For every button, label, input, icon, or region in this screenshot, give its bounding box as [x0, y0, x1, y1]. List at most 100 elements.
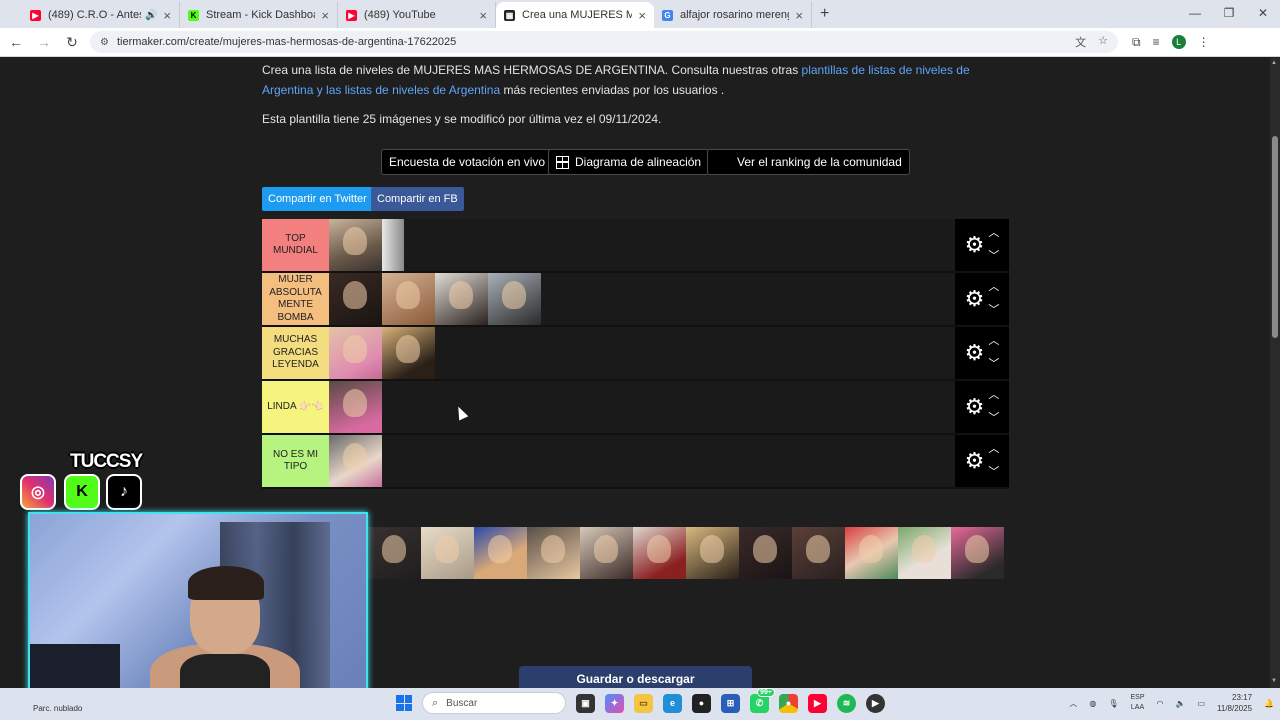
profile-avatar[interactable]: L — [1171, 35, 1186, 49]
copilot-icon[interactable]: ✦ — [605, 693, 624, 713]
pool-image[interactable] — [421, 527, 474, 579]
back-icon[interactable]: ← — [4, 34, 28, 50]
chevron-up-icon[interactable]: ︿ — [988, 444, 999, 455]
chevron-down-icon[interactable]: ﹀ — [988, 305, 999, 316]
tier-image[interactable] — [329, 273, 382, 325]
pool-image[interactable] — [527, 527, 580, 579]
gear-icon[interactable]: ⚙ — [965, 342, 985, 364]
forward-icon[interactable]: → — [32, 34, 56, 50]
chevron-down-icon[interactable]: ﹀ — [988, 251, 999, 262]
chevron-up-icon[interactable]: ︿ — [988, 390, 999, 401]
bookmark-star-icon[interactable]: ☆ — [1098, 34, 1108, 50]
tier-image[interactable] — [329, 327, 382, 379]
pool-image[interactable] — [580, 527, 633, 579]
taskbar-search[interactable]: ⌕ Buscar — [422, 692, 566, 714]
pool-image[interactable] — [951, 527, 1004, 579]
address-bar[interactable]: ⚙ tiermaker.com/create/mujeres-mas-hermo… — [90, 31, 1118, 53]
pool-image[interactable] — [792, 527, 845, 579]
pool-image[interactable] — [898, 527, 951, 579]
gear-icon[interactable]: ⚙ — [965, 288, 985, 310]
translate-icon[interactable]: 文 — [1075, 34, 1086, 50]
notifications-icon[interactable]: 🔔 — [1264, 699, 1274, 708]
weather-widget[interactable]: Parc. nublado — [33, 704, 82, 713]
tier-image[interactable] — [329, 219, 382, 271]
gear-icon[interactable]: ⚙ — [965, 450, 985, 472]
network-icon[interactable]: ◍ — [1089, 699, 1096, 708]
mic-icon[interactable]: 🎙 — [1108, 699, 1118, 708]
tab-youtube[interactable]: ▶ (489) YouTube × — [338, 2, 496, 28]
tier-items[interactable] — [329, 327, 955, 379]
tab-google-search[interactable]: G alfajor rosarino merengo - Busc × — [654, 2, 812, 28]
extensions-icon[interactable]: ⧉ — [1132, 35, 1141, 50]
chevron-up-icon[interactable]: ︿ — [988, 228, 999, 239]
chevron-down-icon[interactable]: ﹀ — [988, 467, 999, 478]
close-icon[interactable]: × — [321, 8, 329, 23]
chevron-up-icon[interactable]: ︿ — [988, 282, 999, 293]
chevron-down-icon[interactable]: ﹀ — [988, 359, 999, 370]
tier-image[interactable] — [382, 273, 435, 325]
scrollbar-thumb[interactable] — [1272, 136, 1278, 338]
scroll-down-icon[interactable]: ▼ — [1271, 678, 1277, 684]
alignment-chart-button[interactable]: Diagrama de alineación — [548, 149, 710, 175]
tier-image[interactable] — [488, 273, 541, 325]
pool-image[interactable] — [739, 527, 792, 579]
reading-list-icon[interactable]: ≡ — [1153, 35, 1160, 49]
tier-image[interactable] — [382, 219, 404, 271]
pool-image[interactable] — [474, 527, 527, 579]
pool-image[interactable] — [633, 527, 686, 579]
clock[interactable]: 23:17 11/8/2025 — [1217, 692, 1252, 714]
close-icon[interactable]: × — [638, 8, 646, 23]
gear-icon[interactable]: ⚙ — [965, 234, 985, 256]
menu-icon[interactable]: ⋮ — [1198, 35, 1210, 49]
restore-icon[interactable]: ❐ — [1212, 0, 1246, 28]
pool-image[interactable] — [686, 527, 739, 579]
media-player-icon[interactable]: ▶ — [866, 693, 885, 713]
youtube-app-icon[interactable]: ▶ — [808, 693, 827, 713]
pool-image[interactable] — [845, 527, 898, 579]
reload-icon[interactable]: ↻ — [60, 34, 84, 51]
close-window-icon[interactable]: ✕ — [1246, 0, 1280, 28]
live-vote-button[interactable]: Encuesta de votación en vivo — [381, 149, 554, 175]
close-icon[interactable]: × — [163, 8, 171, 23]
whatsapp-icon[interactable]: ✆ 99+ — [750, 687, 775, 713]
save-download-button[interactable]: Guardar o descargar — [519, 666, 752, 688]
tier-label[interactable]: MUJER ABSOLUTA MENTE BOMBA — [262, 273, 329, 325]
chevron-up-icon[interactable]: ︿ — [1069, 698, 1077, 709]
new-tab-button[interactable]: + — [820, 2, 829, 28]
share-facebook-button[interactable]: Compartir en FB — [371, 187, 464, 211]
volume-icon[interactable]: 🔈 — [1176, 699, 1186, 708]
close-icon[interactable]: × — [479, 8, 487, 23]
chevron-down-icon[interactable]: ﹀ — [988, 413, 999, 424]
chevron-up-icon[interactable]: ︿ — [988, 336, 999, 347]
community-ranking-button[interactable]: Ver el ranking de la comunidad — [707, 149, 910, 175]
scroll-up-icon[interactable]: ▲ — [1271, 60, 1277, 66]
pool-image[interactable] — [368, 527, 421, 579]
minimize-icon[interactable]: — — [1178, 0, 1212, 28]
file-explorer-icon[interactable]: ▭ — [634, 693, 653, 713]
tier-items[interactable] — [329, 381, 955, 433]
tier-items[interactable] — [329, 435, 955, 487]
tier-label[interactable]: NO ES MI TIPO — [262, 435, 329, 487]
tier-items[interactable] — [329, 273, 955, 325]
windows-start-icon[interactable] — [396, 695, 412, 711]
tier-label[interactable]: LINDA 👉🏻👈🏻 — [262, 381, 329, 433]
tab-kick-dashboard[interactable]: K Stream - Kick Dashboard × — [180, 2, 338, 28]
tier-image[interactable] — [329, 381, 382, 433]
tier-image[interactable] — [329, 435, 382, 487]
obs-icon[interactable]: ● — [692, 693, 711, 713]
tier-image[interactable] — [435, 273, 488, 325]
task-view-icon[interactable]: ▣ — [576, 693, 595, 713]
battery-icon[interactable]: ▭ — [1197, 699, 1205, 708]
edge-icon[interactable]: e — [663, 693, 682, 713]
tier-label[interactable]: MUCHAS GRACIAS LEYENDA — [262, 327, 329, 379]
share-twitter-button[interactable]: Compartir en Twitter — [262, 187, 373, 211]
language-indicator[interactable]: ESP LAA — [1131, 693, 1145, 713]
chrome-icon[interactable]: ● — [779, 693, 798, 713]
wifi-icon[interactable]: ◠ — [1157, 699, 1164, 708]
tier-items[interactable] — [329, 219, 955, 271]
tier-image[interactable] — [382, 327, 435, 379]
spotify-icon[interactable]: ≋ — [837, 693, 856, 713]
site-info-icon[interactable]: ⚙ — [100, 37, 109, 48]
page-scrollbar[interactable]: ▲ ▼ — [1270, 58, 1280, 688]
tab-tiermaker[interactable]: ▦ Crea una MUJERES MAS HERM × — [496, 2, 654, 28]
